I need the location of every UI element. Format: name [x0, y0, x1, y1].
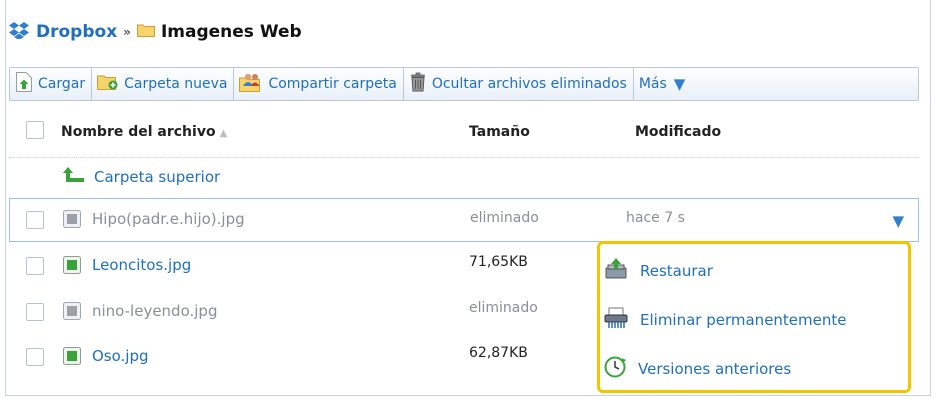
- new-folder-label: Carpeta nueva: [124, 76, 228, 92]
- file-name[interactable]: Leoncitos.jpg: [92, 256, 191, 274]
- new-folder-icon: [97, 73, 119, 95]
- chevron-down-icon: ▼: [673, 75, 686, 93]
- parent-folder-link[interactable]: Carpeta superior: [62, 166, 220, 188]
- share-folder-button[interactable]: Compartir carpeta: [234, 68, 404, 100]
- row-checkbox[interactable]: [26, 211, 44, 229]
- upload-button[interactable]: Cargar: [10, 68, 93, 100]
- more-button[interactable]: Más ▼: [634, 68, 692, 100]
- toolbar: Cargar Carpeta nueva Compartir carpeta O…: [9, 67, 919, 101]
- shredder-icon: [604, 307, 630, 333]
- image-file-icon: [62, 255, 82, 279]
- breadcrumb-current: Imagenes Web: [160, 22, 302, 42]
- breadcrumb-root-link[interactable]: Dropbox: [36, 22, 117, 42]
- image-file-icon: [62, 346, 82, 370]
- new-folder-button[interactable]: Carpeta nueva: [92, 68, 235, 100]
- column-header-name[interactable]: Nombre del archivo ▲: [61, 124, 227, 140]
- table-row[interactable]: Hipo(padr.e.hijo).jpg eliminado hace 7 s…: [9, 198, 919, 242]
- file-size: eliminado: [470, 210, 539, 226]
- previous-versions-menu-item[interactable]: Versiones anteriores: [604, 356, 791, 382]
- up-arrow-icon: [62, 166, 86, 188]
- column-name-label: Nombre del archivo: [61, 124, 216, 140]
- file-name[interactable]: nino-leyendo.jpg: [92, 302, 217, 320]
- share-folder-label: Compartir carpeta: [268, 76, 397, 92]
- upload-label: Cargar: [38, 76, 86, 92]
- folder-icon: [136, 22, 155, 42]
- previous-versions-label: Versiones anteriores: [638, 360, 792, 378]
- trash-icon: [409, 72, 427, 96]
- hide-deleted-button[interactable]: Ocultar archivos eliminados: [404, 68, 634, 100]
- delete-permanently-label: Eliminar permanentemente: [640, 311, 847, 329]
- parent-folder-label: Carpeta superior: [94, 168, 221, 186]
- more-label: Más: [638, 76, 667, 92]
- file-size: eliminado: [469, 300, 538, 316]
- restore-icon: [604, 258, 630, 284]
- file-name[interactable]: Oso.jpg: [92, 347, 149, 365]
- file-name[interactable]: Hipo(padr.e.hijo).jpg: [92, 210, 245, 228]
- restore-label: Restaurar: [640, 262, 713, 280]
- share-folder-icon: [239, 72, 263, 96]
- sort-asc-icon: ▲: [219, 128, 228, 139]
- file-size: 62,87KB: [469, 345, 528, 361]
- file-modified: hace 7 s: [626, 210, 685, 226]
- row-checkbox[interactable]: [26, 257, 44, 275]
- select-all-checkbox[interactable]: [26, 121, 44, 139]
- image-file-icon: [62, 209, 82, 233]
- image-file-icon: [62, 301, 82, 325]
- delete-permanently-menu-item[interactable]: Eliminar permanentemente: [604, 307, 847, 333]
- row-checkbox[interactable]: [26, 303, 44, 321]
- breadcrumb-separator: »: [123, 25, 131, 39]
- row-checkbox[interactable]: [26, 348, 44, 366]
- clock-icon: [604, 356, 628, 382]
- hide-deleted-label: Ocultar archivos eliminados: [431, 76, 627, 92]
- table-header: Nombre del archivo ▲ Tamaño Modificado: [9, 118, 919, 158]
- restore-menu-item[interactable]: Restaurar: [604, 258, 713, 284]
- column-header-size[interactable]: Tamaño: [469, 124, 530, 140]
- upload-icon: [15, 72, 33, 96]
- column-header-modified[interactable]: Modificado: [635, 124, 721, 140]
- breadcrumb: Dropbox » Imagenes Web: [8, 19, 302, 45]
- file-size: 71,65KB: [469, 254, 528, 270]
- row-menu-chevron-icon[interactable]: ▼: [892, 212, 904, 230]
- file-context-menu: Restaurar Eliminar permanentemente Versi…: [597, 241, 911, 393]
- dropbox-logo-icon: [8, 21, 30, 44]
